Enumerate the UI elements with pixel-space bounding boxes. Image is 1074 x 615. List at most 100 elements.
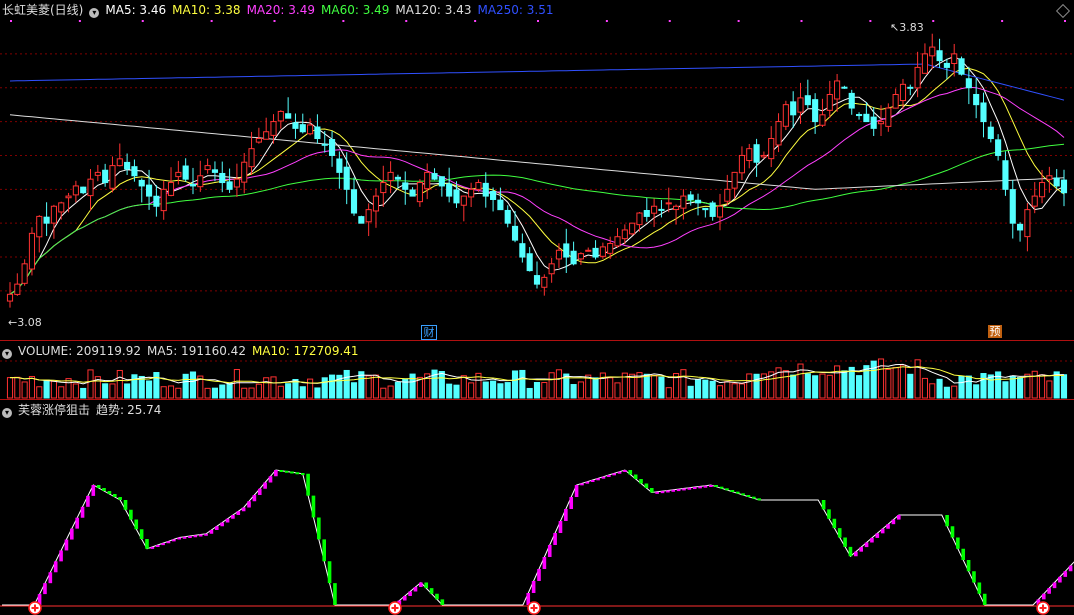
candle[interactable] [387,161,394,194]
volume-bar[interactable] [328,374,336,399]
candle[interactable] [636,211,643,232]
candle[interactable] [285,97,292,119]
volume-bar[interactable] [782,370,789,399]
candle[interactable] [834,73,841,112]
candle[interactable] [292,113,299,139]
candle[interactable] [299,113,306,134]
volume-bar[interactable] [131,374,138,399]
volume-bar[interactable] [43,379,50,399]
candle[interactable] [431,168,438,181]
volume-bar[interactable] [936,378,943,399]
candle[interactable] [973,78,980,119]
candle[interactable] [929,33,936,70]
candle[interactable] [585,247,592,252]
candle[interactable] [570,241,577,266]
volume-bar[interactable] [14,376,21,399]
volume-bar[interactable] [321,377,328,399]
candle[interactable] [1024,203,1031,252]
candle[interactable] [629,222,636,236]
volume-bar[interactable] [36,386,43,399]
volume-bar[interactable] [482,381,489,399]
volume-bar[interactable] [738,383,746,399]
candle[interactable] [533,261,541,289]
candle[interactable] [995,134,1002,161]
volume-bar[interactable] [175,387,182,399]
volume-panel[interactable]: ▾ VOLUME: 209119.92 MA5: 191160.42 MA10: 17… [0,341,1074,399]
volume-bar[interactable] [980,373,987,399]
candle[interactable] [219,161,226,193]
volume-bar[interactable] [350,382,358,399]
volume-bar[interactable] [724,381,731,399]
volume-bar[interactable] [709,380,716,399]
candle[interactable] [328,131,336,167]
volume-bar[interactable] [1002,381,1009,399]
volume-bar[interactable] [834,365,841,399]
candle[interactable] [541,274,548,296]
candle[interactable] [43,202,50,236]
volume-bar[interactable] [6,377,14,399]
candle[interactable] [182,158,189,182]
candle[interactable] [555,243,563,268]
volume-bar[interactable] [453,384,460,399]
volume-bar[interactable] [870,360,877,399]
candle[interactable] [987,121,994,143]
candle[interactable] [321,130,328,153]
candle[interactable] [490,187,497,212]
volume-bar[interactable] [50,380,57,399]
volume-bar[interactable] [270,376,277,399]
volume-bar[interactable] [80,387,87,399]
candle[interactable] [446,167,453,203]
volume-bar[interactable] [277,385,284,399]
volume-bar[interactable] [153,372,160,399]
candle[interactable] [841,85,848,89]
volume-bar[interactable] [438,371,445,399]
volume-bar[interactable] [702,379,709,399]
candle[interactable] [6,282,14,308]
volume-bar[interactable] [116,369,123,399]
volume-bar[interactable] [446,383,453,399]
candle[interactable] [599,242,606,259]
candle[interactable] [1060,169,1068,207]
volume-bar[interactable] [643,373,650,399]
candle[interactable] [1009,180,1016,239]
volume-bar[interactable] [87,369,94,399]
volume-bar[interactable] [921,377,928,399]
candle[interactable] [958,56,965,76]
candle[interactable] [109,156,116,193]
volume-bar[interactable] [468,382,475,399]
candle[interactable] [409,187,416,197]
candle[interactable] [402,171,409,205]
candle[interactable] [1017,222,1024,242]
candle[interactable] [138,178,145,203]
candle[interactable] [921,43,928,74]
main-chart-panel[interactable]: 长虹美菱(日线) ▾ MA5: 3.46 MA10: 3.38 MA20: 3.49 MA… [0,0,1074,340]
volume-bar[interactable] [951,385,958,399]
volume-bar[interactable] [943,386,950,399]
candle[interactable] [36,215,43,253]
volume-bar[interactable] [109,383,116,399]
candle[interactable] [277,110,284,129]
volume-bar[interactable] [189,371,197,399]
volume-bar[interactable] [614,382,621,399]
volume-bar[interactable] [343,369,350,399]
candle[interactable] [899,78,907,109]
candle[interactable] [775,113,782,153]
candle[interactable] [907,84,914,96]
volume-bar[interactable] [519,369,526,399]
candle[interactable] [255,127,262,144]
volume-bar[interactable] [380,387,387,399]
candle[interactable] [14,273,21,296]
volume-bar[interactable] [226,382,233,399]
candle[interactable] [153,185,160,217]
candle[interactable] [167,167,175,197]
candle[interactable] [1031,182,1038,214]
candle[interactable] [709,200,716,221]
volume-bar[interactable] [570,384,577,399]
candle[interactable] [65,192,72,213]
candle[interactable] [526,247,533,272]
candle[interactable] [504,205,511,228]
volume-bar[interactable] [241,387,248,399]
volume-bar[interactable] [877,358,885,399]
candle[interactable] [336,151,343,189]
volume-bar[interactable] [160,386,167,399]
